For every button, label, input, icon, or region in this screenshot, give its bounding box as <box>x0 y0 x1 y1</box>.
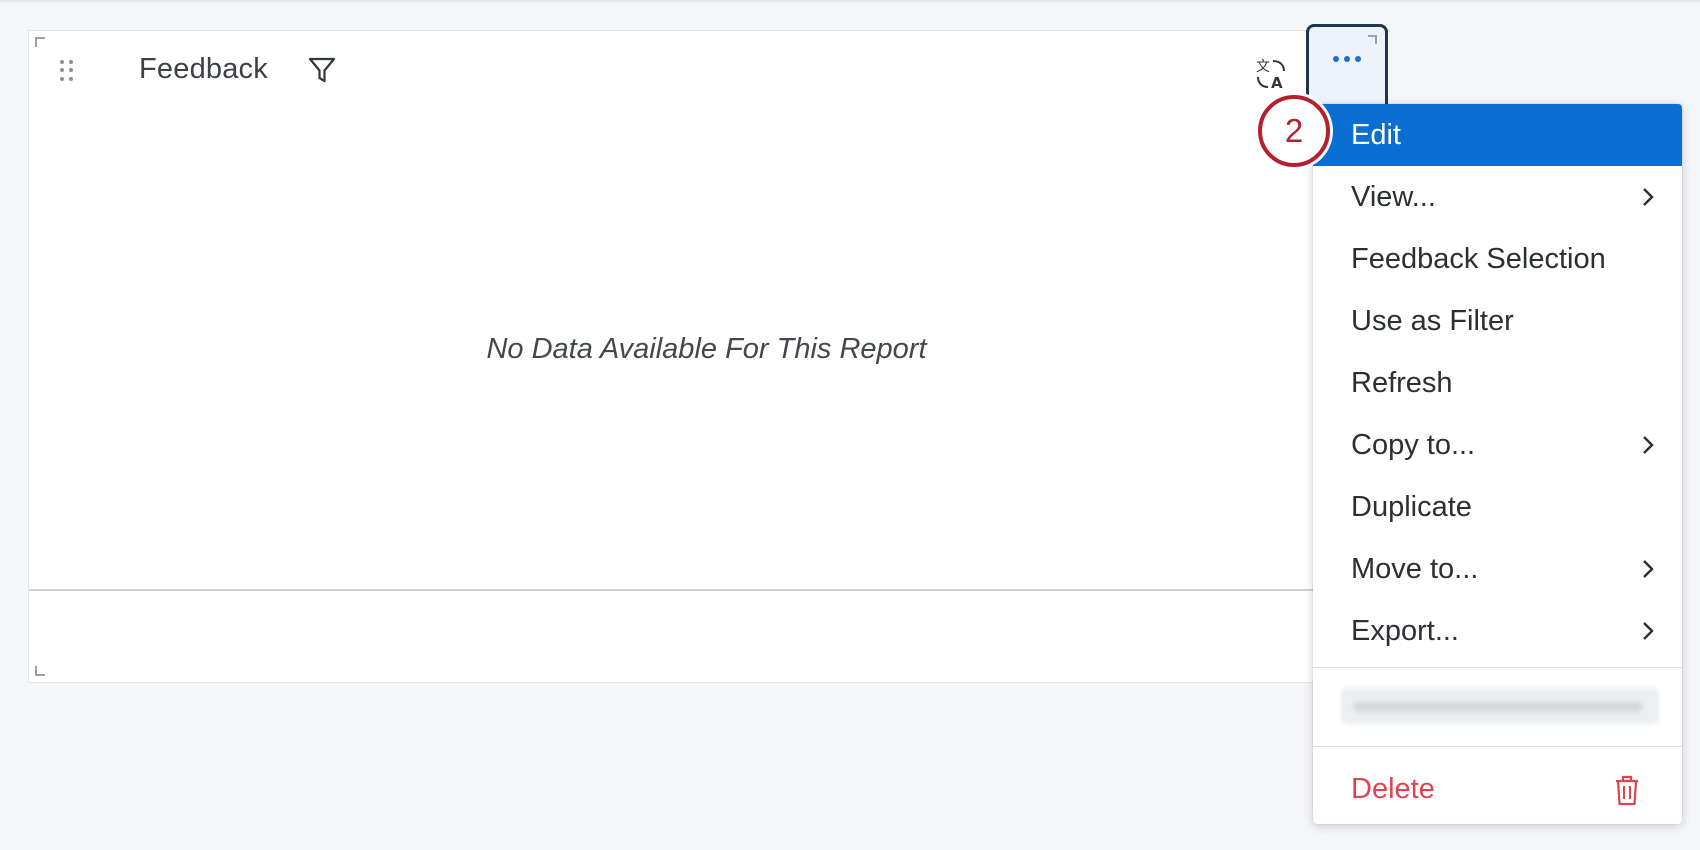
menu-item-view[interactable]: View... <box>1313 166 1682 228</box>
resize-corner-top-right <box>1368 35 1377 44</box>
feedback-widget: Feedback 文 A No Data Available For This … <box>28 30 1369 683</box>
svg-text:A: A <box>1271 74 1283 91</box>
menu-item-label: Refresh <box>1351 366 1453 399</box>
widget-divider <box>29 589 1369 591</box>
trash-icon <box>1616 775 1638 806</box>
menu-item-copy-to[interactable]: Copy to... <box>1313 414 1682 476</box>
menu-item-move-to[interactable]: Move to... <box>1313 538 1682 600</box>
empty-state-message: No Data Available For This Report <box>486 333 927 365</box>
menu-item-label: Move to... <box>1351 552 1479 585</box>
blurred-menu-item <box>1341 688 1659 724</box>
widget-title: Feedback <box>139 53 268 85</box>
menu-item-label: Edit <box>1351 118 1401 151</box>
more-options-button[interactable] <box>1306 24 1388 112</box>
more-options-icon <box>1333 56 1361 62</box>
chevron-right-icon <box>1643 560 1654 578</box>
menu-item-duplicate[interactable]: Duplicate <box>1313 476 1682 538</box>
filter-icon[interactable] <box>307 55 337 85</box>
resize-corner-bottom-left[interactable] <box>35 666 45 676</box>
top-border <box>0 0 1700 2</box>
menu-item-label: Duplicate <box>1351 490 1472 523</box>
menu-item-label: Delete <box>1351 772 1435 805</box>
menu-item-delete[interactable]: Delete <box>1313 758 1682 820</box>
chevron-right-icon <box>1643 622 1654 640</box>
menu-item-use-as-filter[interactable]: Use as Filter <box>1313 290 1682 352</box>
menu-item-label: Feedback Selection <box>1351 242 1606 275</box>
chevron-right-icon <box>1643 188 1654 206</box>
translate-icon[interactable]: 文 A <box>1254 57 1288 91</box>
menu-separator <box>1313 746 1682 747</box>
menu-item-refresh[interactable]: Refresh <box>1313 352 1682 414</box>
menu-item-label: Copy to... <box>1351 428 1476 461</box>
menu-item-label: Use as Filter <box>1351 304 1514 337</box>
menu-item-edit[interactable]: Edit <box>1313 104 1682 166</box>
resize-corner-top-left[interactable] <box>35 37 45 47</box>
menu-item-label: Export... <box>1351 614 1459 647</box>
widget-context-menu: Edit View... Feedback Selection Use as F… <box>1313 104 1682 824</box>
menu-item-label: View... <box>1351 180 1436 213</box>
menu-item-export[interactable]: Export... <box>1313 600 1682 662</box>
step-number-badge: 2 <box>1258 95 1330 167</box>
menu-item-feedback-selection[interactable]: Feedback Selection <box>1313 228 1682 290</box>
chevron-right-icon <box>1643 436 1654 454</box>
svg-text:文: 文 <box>1256 59 1270 75</box>
menu-separator <box>1313 667 1682 668</box>
drag-handle-icon[interactable] <box>59 59 75 83</box>
